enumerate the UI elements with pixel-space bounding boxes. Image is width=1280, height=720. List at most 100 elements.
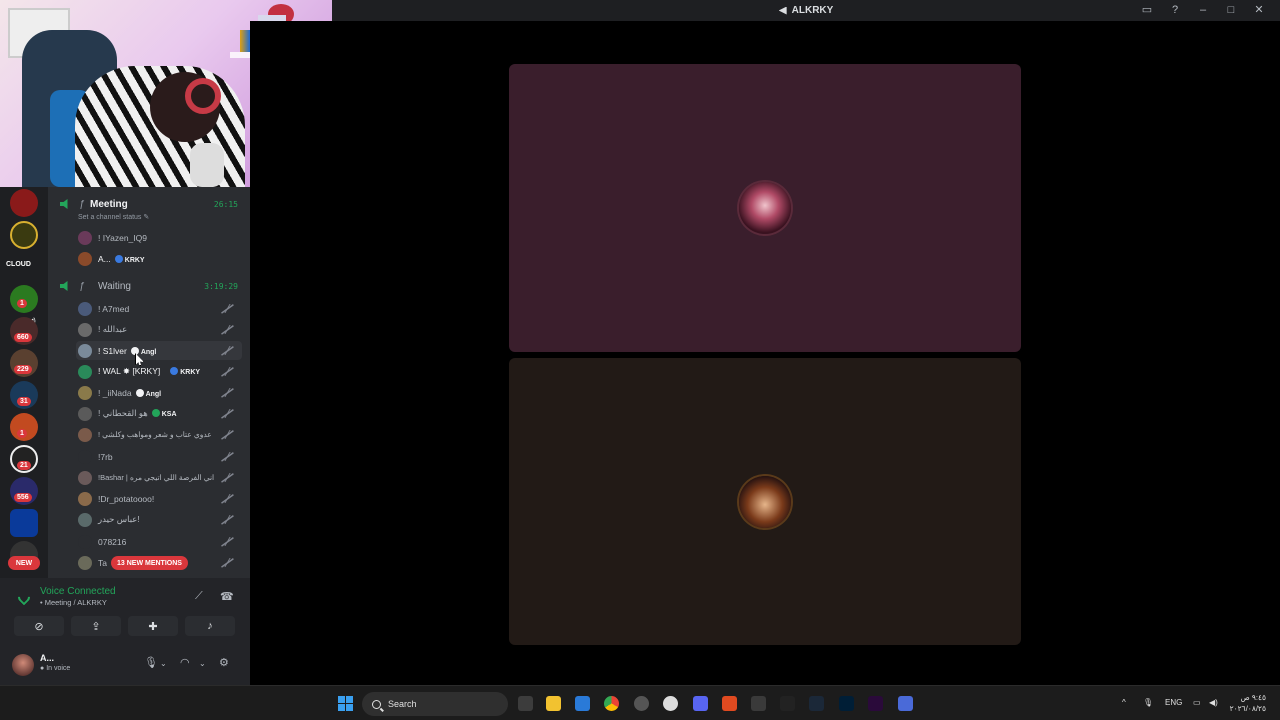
- user-status: ● In voice: [40, 665, 71, 672]
- participant-tile[interactable]: [509, 358, 1021, 645]
- voice-connected-label[interactable]: Voice Connected: [40, 586, 116, 597]
- user-name[interactable]: A...: [40, 653, 54, 663]
- server-icon[interactable]: [10, 509, 38, 537]
- soundboard-button[interactable]: ♪: [185, 616, 235, 636]
- headphones-icon[interactable]: ◠: [180, 656, 190, 669]
- voice-channel-waiting[interactable]: ƒ Waiting 3:19:29: [48, 276, 250, 296]
- user-name: ! IYazen_IQ9: [98, 232, 147, 243]
- voice-user[interactable]: ! _iiNada Angl: [76, 383, 242, 402]
- voice-user[interactable]: A... KRKY: [76, 249, 242, 268]
- user-name: عباس حيدر!: [98, 514, 140, 524]
- voice-channel-path[interactable]: • Meeting / ALKRKY: [40, 598, 107, 607]
- server-label[interactable]: CLOUD: [6, 261, 31, 268]
- user-name: ! S1lver Angl: [98, 346, 156, 356]
- noise-suppression-icon[interactable]: ⟋: [195, 590, 203, 603]
- tag-icon: [114, 254, 123, 263]
- screen-share-button[interactable]: ⇪: [71, 616, 121, 636]
- user-name: ! عبدالله: [98, 324, 128, 334]
- brave-icon[interactable]: [722, 696, 737, 711]
- disconnect-icon[interactable]: ☎: [220, 590, 234, 603]
- windows-taskbar: Search ^ 🎙 ENG ▭ ◀) ٩:٤٥ ص ٢٠٢٦/٠٨/٢٥: [0, 685, 1280, 720]
- minimize-icon[interactable]: –: [1196, 4, 1210, 16]
- close-icon[interactable]: ✕: [1252, 3, 1266, 16]
- user-tag: Angl: [130, 346, 156, 356]
- avatar: [78, 230, 92, 245]
- new-unreads-pill[interactable]: NEW: [8, 556, 40, 570]
- discord-icon[interactable]: [693, 696, 708, 711]
- headset: [185, 78, 221, 114]
- voice-user[interactable]: !Bashar | اني الفرصة اللي اتيجي مره: [76, 468, 242, 487]
- user-status-text: In voice: [46, 665, 71, 672]
- voice-user[interactable]: ! IYazen_IQ9: [76, 228, 242, 247]
- maximize-icon[interactable]: □: [1224, 4, 1238, 16]
- windows-start-icon[interactable]: [338, 696, 353, 711]
- voice-user[interactable]: ! عبدالله: [76, 320, 242, 339]
- obs-icon[interactable]: [634, 696, 649, 711]
- chrome-icon[interactable]: [604, 696, 619, 711]
- deafened-icon: [224, 452, 239, 461]
- user-name: ! عدوي عتاب و شعر ومواهب وكلشي: [98, 430, 212, 439]
- network-icon[interactable]: ▭: [1193, 698, 1201, 707]
- premiere-icon[interactable]: [868, 696, 883, 711]
- participant-tile[interactable]: [509, 64, 1021, 352]
- camera-off-icon: ⊘: [34, 620, 44, 633]
- voice-user[interactable]: ! A7med: [76, 299, 242, 318]
- server-icon[interactable]: [10, 189, 38, 217]
- help-icon[interactable]: ?: [1168, 4, 1182, 16]
- language-indicator[interactable]: ENG: [1165, 698, 1182, 707]
- server-badge: 21: [17, 461, 31, 470]
- capcut-icon[interactable]: [780, 696, 795, 711]
- steam-overlay-icon[interactable]: [663, 696, 678, 711]
- voice-channel-meeting[interactable]: ƒ Meeting 26:15: [48, 194, 250, 214]
- deafened-icon: [224, 346, 239, 355]
- store-icon[interactable]: [575, 696, 590, 711]
- voice-user[interactable]: !7rb: [76, 447, 242, 466]
- server-icon[interactable]: [10, 221, 38, 249]
- voice-user[interactable]: 078216: [76, 532, 242, 551]
- steam-icon[interactable]: [809, 696, 824, 711]
- heart-icon: [151, 409, 160, 417]
- microphone: [190, 143, 224, 187]
- chevron-down-icon[interactable]: ⌄: [199, 659, 206, 668]
- file-explorer-icon[interactable]: [546, 696, 561, 711]
- user-name: !Dr_potatoooo!: [98, 493, 155, 504]
- volume-icon[interactable]: ◀): [1209, 698, 1218, 707]
- user-tag: Angl: [135, 388, 161, 398]
- user-name: !7rb: [98, 451, 113, 462]
- channel-status[interactable]: Set a channel status ✎: [78, 213, 149, 221]
- chevron-up-icon[interactable]: ^: [1122, 698, 1126, 707]
- inbox-icon[interactable]: ▭: [1140, 3, 1154, 16]
- app-icon[interactable]: [898, 696, 913, 711]
- signal-icon[interactable]: [15, 588, 33, 606]
- gear-icon[interactable]: ⚙: [219, 656, 229, 669]
- microphone-icon[interactable]: 🎙: [144, 656, 158, 669]
- camera-button[interactable]: ⊘: [14, 616, 64, 636]
- new-mentions-pill[interactable]: 13 NEW MENTIONS: [111, 556, 188, 570]
- participant-avatar: [739, 475, 791, 528]
- activities-button[interactable]: ✚: [128, 616, 178, 636]
- voice-user[interactable]: ! WAL ✸ [KRKY] KRKY: [76, 362, 242, 381]
- voice-user[interactable]: ! عدوي عتاب و شعر ومواهب وكلشي: [76, 425, 242, 444]
- task-view-icon[interactable]: [518, 696, 533, 711]
- taskbar-search[interactable]: Search: [362, 692, 508, 716]
- voice-user[interactable]: عباس حيدر!: [76, 510, 242, 529]
- avatar[interactable]: [12, 654, 34, 676]
- voice-user[interactable]: ! S1lver Angl: [76, 341, 242, 360]
- voice-user[interactable]: !Dr_potatoooo!: [76, 489, 242, 508]
- clock[interactable]: ٩:٤٥ ص ٢٠٢٦/٠٨/٢٥: [1230, 692, 1266, 714]
- chevron-down-icon[interactable]: ⌄: [160, 659, 167, 668]
- server-badge: 660: [14, 333, 32, 342]
- voice-user[interactable]: ! هو القحطاني KSA: [76, 404, 242, 423]
- user-tag-text: KRKY: [124, 256, 145, 264]
- user-name-text: ! _iiNada: [98, 387, 132, 398]
- microphone-icon[interactable]: 🎙: [1143, 698, 1153, 707]
- window-title: ALKRKY: [778, 5, 833, 16]
- app-icon[interactable]: [751, 696, 766, 711]
- user-name: 078216: [98, 536, 127, 547]
- server-badge: 556: [14, 493, 32, 502]
- heart-icon: [130, 346, 139, 355]
- channel-prefix: ƒ: [79, 280, 85, 292]
- server-badge: 31: [17, 397, 31, 406]
- title-bar: ALKRKY ▭ ? – □ ✕: [332, 0, 1280, 21]
- photoshop-icon[interactable]: [839, 696, 854, 711]
